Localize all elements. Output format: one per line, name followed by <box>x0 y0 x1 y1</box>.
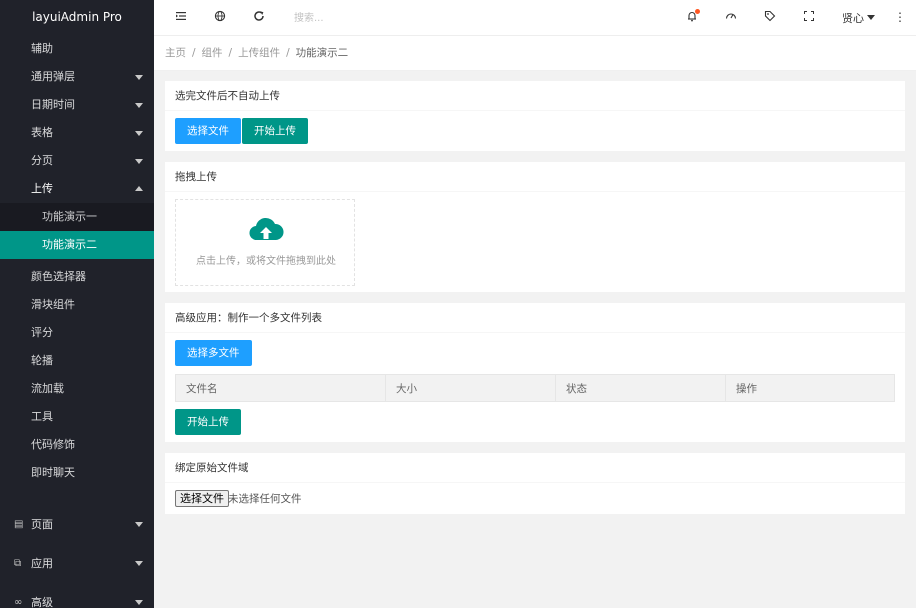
sidebar-item-code[interactable]: 代码修饰 <box>0 431 154 459</box>
sidebar-item-laydate[interactable]: 日期时间 <box>0 91 154 119</box>
search-input[interactable] <box>294 9 444 27</box>
sidebar-section-senior[interactable]: ∞ 高级 <box>0 583 154 608</box>
drag-upload-card: 拖拽上传 点击上传，或将文件拖拽到此处 <box>165 162 905 292</box>
website-icon[interactable] <box>212 10 228 26</box>
notification-badge <box>695 9 700 14</box>
sidebar-section-label: 页面 <box>31 518 53 531</box>
user-name: 贤心 <box>842 12 864 25</box>
sidebar-sections: ▤ 页面 ⧉ 应用 ∞ 高级 <box>0 505 154 608</box>
sidebar-item-label: 分页 <box>31 154 53 167</box>
chevron-up-icon <box>135 186 143 191</box>
start-upload-button[interactable]: 开始上传 <box>242 118 308 144</box>
select-multiple-files-button[interactable]: 选择多文件 <box>175 340 252 366</box>
column-header-status: 状态 <box>555 374 726 402</box>
sidebar-item-auxiliar[interactable]: 辅助 <box>0 35 154 63</box>
chevron-down-icon <box>135 561 143 566</box>
card-title: 拖拽上传 <box>165 162 905 192</box>
sidebar-item-carousel[interactable]: 轮播 <box>0 347 154 375</box>
table-header-row: 文件名 大小 状态 操作 <box>175 374 895 402</box>
sidebar-section-pages[interactable]: ▤ 页面 <box>0 505 154 544</box>
breadcrumb-separator: / <box>228 47 233 59</box>
multi-upload-card: 高级应用：制作一个多文件列表 选择多文件 文件名 大小 状态 操作 开始上传 <box>165 303 905 442</box>
sidebar-item-label: 表格 <box>31 126 53 139</box>
sidebar-section-label: 应用 <box>31 557 53 570</box>
chevron-down-icon <box>867 15 875 20</box>
native-file-choose-button[interactable]: 选择文件 <box>175 490 229 507</box>
fullscreen-icon[interactable] <box>801 10 817 26</box>
sidebar-section-label: 高级 <box>31 596 53 608</box>
app-icon: ⧉ <box>14 558 22 569</box>
start-upload-list-button[interactable]: 开始上传 <box>175 409 241 435</box>
sidebar-item-rate[interactable]: 评分 <box>0 319 154 347</box>
bind-file-card: 绑定原始文件域 选择文件 未选择任何文件 <box>165 453 905 514</box>
more-vertical-icon[interactable]: ⋮ <box>894 10 906 24</box>
sidebar-menu: 动画 辅助 通用弹层 日期时间 表格 分页 上传 功能演示一 功能演示二 颜色选… <box>0 20 154 487</box>
sidebar-item-label: 上传 <box>31 182 53 195</box>
app-logo[interactable]: layuiAdmin Pro <box>0 0 154 35</box>
sidebar-item-util[interactable]: 工具 <box>0 403 154 431</box>
sidebar-subitem-upload-demo1[interactable]: 功能演示一 <box>0 203 154 231</box>
sidebar-section-app[interactable]: ⧉ 应用 <box>0 544 154 583</box>
tag-icon[interactable] <box>762 10 778 26</box>
column-header-filename: 文件名 <box>175 374 386 402</box>
notification-bell-icon[interactable] <box>684 9 700 26</box>
chevron-down-icon <box>135 75 143 80</box>
upload-dropzone[interactable]: 点击上传，或将文件拖拽到此处 <box>175 199 355 286</box>
select-file-button[interactable]: 选择文件 <box>175 118 241 144</box>
dropzone-hint: 点击上传，或将文件拖拽到此处 <box>196 256 336 267</box>
sidebar-subitem-upload-demo2[interactable]: 功能演示二 <box>0 231 154 259</box>
cloud-upload-icon <box>249 217 284 241</box>
sidebar-item-upload[interactable]: 上传 <box>0 175 154 203</box>
card-title: 选完文件后不自动上传 <box>165 81 905 111</box>
sidebar-item-label: 流加载 <box>31 382 64 395</box>
native-file-status: 未选择任何文件 <box>228 493 302 505</box>
card-title: 高级应用：制作一个多文件列表 <box>165 303 905 333</box>
sidebar-item-table[interactable]: 表格 <box>0 119 154 147</box>
sidebar-item-laypage[interactable]: 分页 <box>0 147 154 175</box>
breadcrumb-current: 功能演示二 <box>295 47 349 59</box>
manual-upload-card: 选完文件后不自动上传 选择文件 开始上传 <box>165 81 905 151</box>
breadcrumb-separator: / <box>192 47 196 59</box>
chevron-down-icon <box>135 103 143 108</box>
sidebar-item-label: 即时聊天 <box>31 466 75 479</box>
sidebar-item-label: 评分 <box>31 326 53 339</box>
column-header-actions: 操作 <box>725 374 895 402</box>
breadcrumb-item[interactable]: 组件 <box>202 47 223 59</box>
sidebar-item-label: 代码修饰 <box>31 438 75 451</box>
column-header-size: 大小 <box>385 374 556 402</box>
sidebar: 动画 辅助 通用弹层 日期时间 表格 分页 上传 功能演示一 功能演示二 颜色选… <box>0 0 154 608</box>
sidebar-item-layer[interactable]: 通用弹层 <box>0 63 154 91</box>
breadcrumb-item[interactable]: 主页 <box>165 47 186 59</box>
chevron-down-icon <box>135 600 143 605</box>
senior-icon: ∞ <box>14 597 23 608</box>
sidebar-item-label: 通用弹层 <box>31 70 75 83</box>
sidebar-item-label: 功能演示二 <box>42 238 97 251</box>
breadcrumb: 主页 / 组件 / 上传组件 / 功能演示二 <box>154 36 916 71</box>
refresh-icon[interactable] <box>251 10 267 26</box>
sidebar-item-slider[interactable]: 滑块组件 <box>0 291 154 319</box>
sidebar-item-label: 颜色选择器 <box>31 270 86 283</box>
user-menu[interactable]: 贤心 <box>842 10 875 26</box>
sidebar-item-label: 工具 <box>31 410 53 423</box>
page-icon: ▤ <box>14 519 24 530</box>
sidebar-item-label: 滑块组件 <box>31 298 75 311</box>
chevron-down-icon <box>135 131 143 136</box>
chevron-down-icon <box>135 159 143 164</box>
breadcrumb-separator: / <box>286 47 290 59</box>
flexible-menu-icon[interactable] <box>173 10 189 26</box>
breadcrumb-item[interactable]: 上传组件 <box>238 47 280 59</box>
theme-dashboard-icon[interactable] <box>723 10 739 26</box>
file-list-table: 文件名 大小 状态 操作 <box>175 374 895 402</box>
sidebar-item-im[interactable]: 即时聊天 <box>0 459 154 487</box>
sidebar-item-label: 功能演示一 <box>42 210 97 223</box>
sidebar-item-colorpicker[interactable]: 颜色选择器 <box>0 263 154 291</box>
sidebar-item-label: 辅助 <box>31 42 53 55</box>
top-header: 贤心 ⋮ <box>154 0 916 36</box>
sidebar-item-label: 轮播 <box>31 354 53 367</box>
sidebar-item-flow[interactable]: 流加载 <box>0 375 154 403</box>
chevron-down-icon <box>135 522 143 527</box>
app-title: layuiAdmin Pro <box>32 10 122 24</box>
card-title: 绑定原始文件域 <box>165 453 905 483</box>
sidebar-item-label: 日期时间 <box>31 98 75 111</box>
